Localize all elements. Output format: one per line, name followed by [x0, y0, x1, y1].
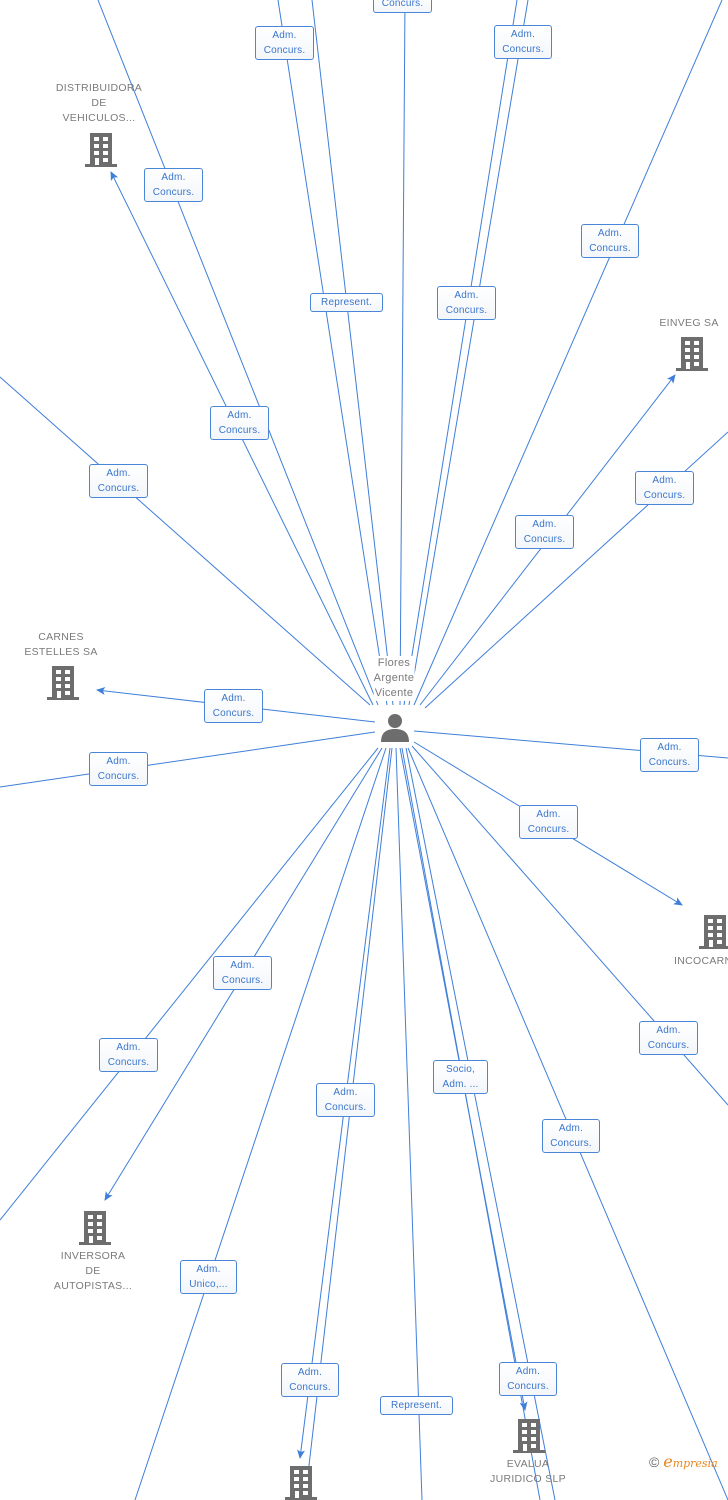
edge-label[interactable]: Adm. Concurs. [89, 464, 148, 498]
building-icon[interactable] [676, 337, 708, 371]
person-icon[interactable] [380, 712, 410, 742]
edge-label[interactable]: Adm. Concurs. [144, 168, 203, 202]
edge-line [399, 0, 406, 706]
edge-label[interactable]: Adm. Concurs. [213, 956, 272, 990]
building-icon[interactable] [79, 1211, 111, 1245]
building-icon[interactable] [285, 1466, 317, 1500]
edge-label[interactable]: Adm. Concurs. [581, 224, 639, 258]
edge-label[interactable]: Adm. Concurs. [640, 738, 699, 772]
edge-label[interactable]: Adm. Concurs. [255, 26, 314, 60]
building-icon[interactable] [513, 1419, 545, 1453]
edge-line [311, 0, 394, 706]
edge-label[interactable]: Concurs. [373, 0, 432, 13]
edge-label[interactable]: Adm. Concurs. [89, 752, 148, 786]
company-label[interactable]: EINVEG SA [659, 316, 718, 331]
building-icon[interactable] [47, 666, 79, 700]
edge-label[interactable]: Adm. Concurs. [437, 286, 496, 320]
edge-label[interactable]: Represent. [380, 1396, 453, 1415]
edge-label[interactable]: Adm. Concurs. [204, 689, 263, 723]
edge-label[interactable]: Adm. Concurs. [210, 406, 269, 440]
building-icon[interactable] [85, 133, 117, 167]
company-label[interactable]: INVERSORA DE AUTOPISTAS... [54, 1249, 132, 1294]
building-icon[interactable] [699, 915, 728, 949]
empresia-logo[interactable]: © empresia [649, 1452, 718, 1471]
edge-label[interactable]: Adm. Concurs. [99, 1038, 158, 1072]
edge-line [0, 731, 376, 788]
edge-label[interactable]: Adm. Concurs. [499, 1362, 557, 1396]
edge-label[interactable]: Adm. Concurs. [519, 805, 578, 839]
edge-label[interactable]: Adm. Concurs. [515, 515, 574, 549]
edge-label[interactable]: Socio, Adm. ... [433, 1060, 488, 1094]
edge-label[interactable]: Adm. Concurs. [281, 1363, 339, 1397]
company-label[interactable]: DISTRIBUIDORA DE VEHICULOS... [56, 81, 142, 126]
edge-line [395, 747, 423, 1500]
company-label[interactable]: CARNES ESTELLES SA [24, 630, 97, 660]
edge-label[interactable]: Adm. Concurs. [542, 1119, 600, 1153]
edge-label[interactable]: Adm. Concurs. [494, 25, 552, 59]
edge-line [0, 747, 379, 1221]
edge-label[interactable]: Adm. Concurs. [635, 471, 694, 505]
edge-label[interactable]: Represent. [310, 293, 383, 312]
edge-label[interactable]: Adm. Concurs. [639, 1021, 698, 1055]
company-label[interactable]: EVALUA JURIDICO SLP [490, 1457, 566, 1487]
company-label[interactable]: INCOCARN [674, 954, 728, 969]
person-label[interactable]: Flores Argente Vicente [373, 656, 415, 701]
edge-label[interactable]: Adm. Concurs. [316, 1083, 375, 1117]
edge-line [277, 0, 388, 706]
edge-label[interactable]: Adm. Unico,... [180, 1260, 237, 1294]
edge-line [408, 0, 529, 706]
